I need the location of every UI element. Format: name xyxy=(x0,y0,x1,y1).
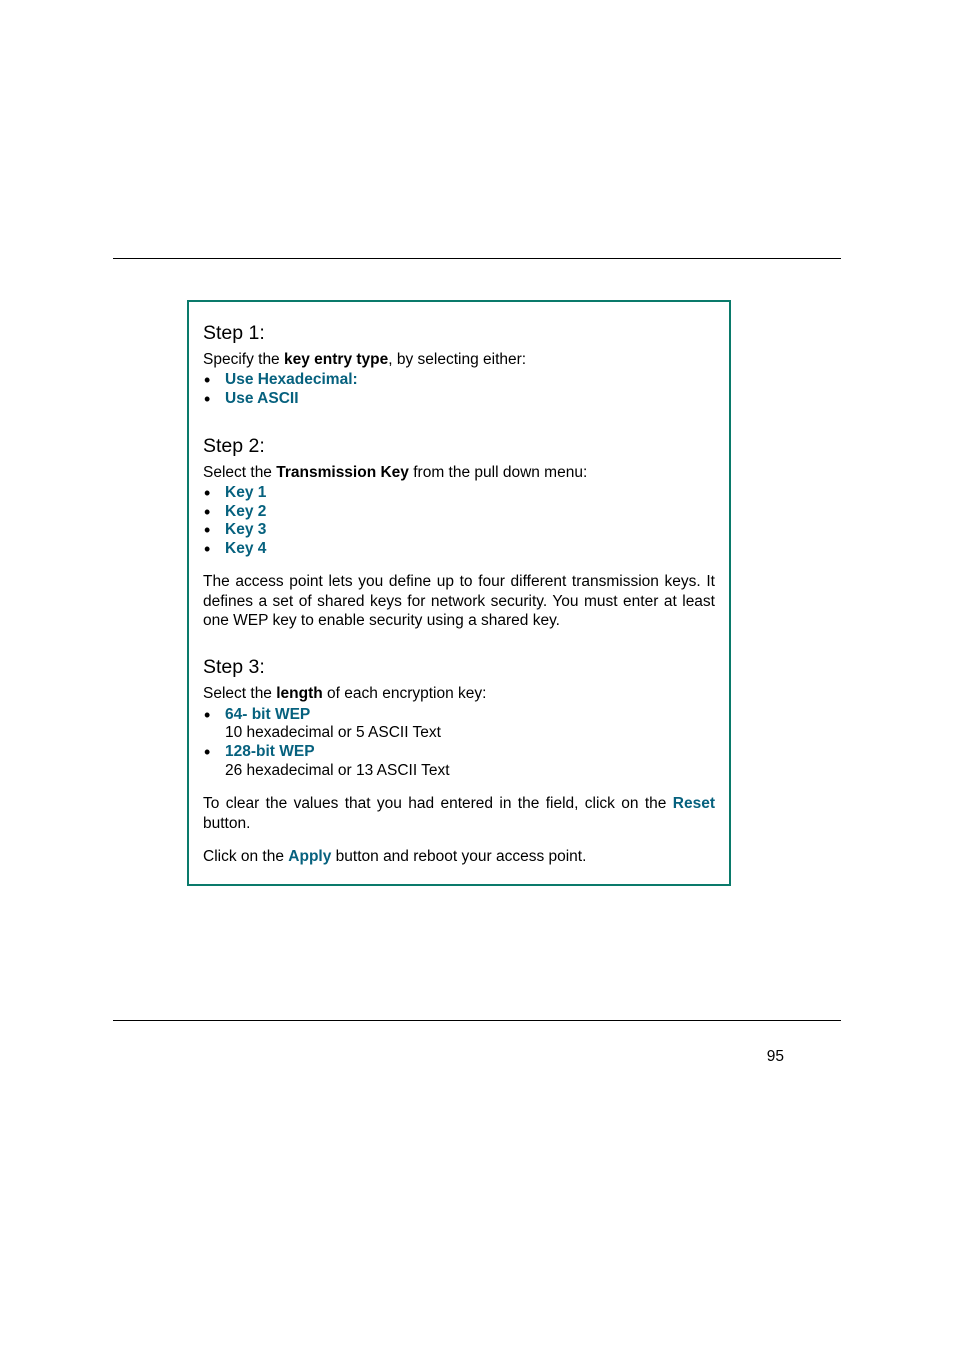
step1-intro-post: , by selecting either: xyxy=(388,351,526,368)
step3-intro-post: of each encryption key: xyxy=(323,685,487,702)
step3-reset: To clear the values that you had entered… xyxy=(203,794,715,833)
step1-intro-bold: key entry type xyxy=(284,351,388,368)
header-rule xyxy=(113,258,841,259)
bullet-label: Key 1 xyxy=(225,484,266,501)
step2-bullets: Key 1 Key 2 Key 3 Key 4 xyxy=(203,484,715,558)
reset-pre: To clear the values that you had entered… xyxy=(203,795,673,812)
page-number: 95 xyxy=(767,1048,784,1066)
apply-bold: Apply xyxy=(288,848,331,865)
list-item: 128-bit WEP 26 hexadecimal or 13 ASCII T… xyxy=(203,743,715,780)
footer-rule xyxy=(113,1020,841,1021)
step2-intro-pre: Select the xyxy=(203,464,276,481)
step1-title: Step 1: xyxy=(203,322,715,345)
document-page: Step 1: Specify the key entry type, by s… xyxy=(0,0,954,1350)
bullet-label: Key 2 xyxy=(225,503,266,520)
step2-para: The access point lets you define up to f… xyxy=(203,572,715,630)
bullet-label: Use ASCII xyxy=(225,390,299,407)
step3-title: Step 3: xyxy=(203,656,715,679)
step2-intro: Select the Transmission Key from the pul… xyxy=(203,463,715,482)
apply-pre: Click on the xyxy=(203,848,288,865)
bullet-label: Use Hexadecimal: xyxy=(225,371,358,388)
instruction-box: Step 1: Specify the key entry type, by s… xyxy=(187,300,731,886)
step1-intro: Specify the key entry type, by selecting… xyxy=(203,350,715,369)
list-item: Use Hexadecimal: xyxy=(203,371,715,390)
bullet-label: Key 3 xyxy=(225,521,266,538)
step3-intro-pre: Select the xyxy=(203,685,276,702)
list-item: Use ASCII xyxy=(203,390,715,409)
step2-intro-bold: Transmission Key xyxy=(276,464,409,481)
step3-intro: Select the length of each encryption key… xyxy=(203,684,715,703)
step1-intro-pre: Specify the xyxy=(203,351,284,368)
list-item: Key 2 xyxy=(203,503,715,522)
step1-bullets: Use Hexadecimal: Use ASCII xyxy=(203,371,715,408)
step3-apply: Click on the Apply button and reboot you… xyxy=(203,847,715,866)
bullet-subtext: 10 hexadecimal or 5 ASCII Text xyxy=(225,724,715,743)
step3-bullets: 64- bit WEP 10 hexadecimal or 5 ASCII Te… xyxy=(203,706,715,780)
bullet-subtext: 26 hexadecimal or 13 ASCII Text xyxy=(225,762,715,781)
reset-bold: Reset xyxy=(673,795,715,812)
step2-intro-post: from the pull down menu: xyxy=(409,464,587,481)
list-item: Key 1 xyxy=(203,484,715,503)
list-item: 64- bit WEP 10 hexadecimal or 5 ASCII Te… xyxy=(203,706,715,743)
apply-post: button and reboot your access point. xyxy=(331,848,586,865)
bullet-label: 128-bit WEP xyxy=(225,743,315,760)
bullet-label: 64- bit WEP xyxy=(225,706,310,723)
list-item: Key 4 xyxy=(203,540,715,559)
step3-intro-bold: length xyxy=(276,685,323,702)
bullet-label: Key 4 xyxy=(225,540,266,557)
list-item: Key 3 xyxy=(203,521,715,540)
reset-post: button. xyxy=(203,815,250,832)
step2-title: Step 2: xyxy=(203,435,715,458)
